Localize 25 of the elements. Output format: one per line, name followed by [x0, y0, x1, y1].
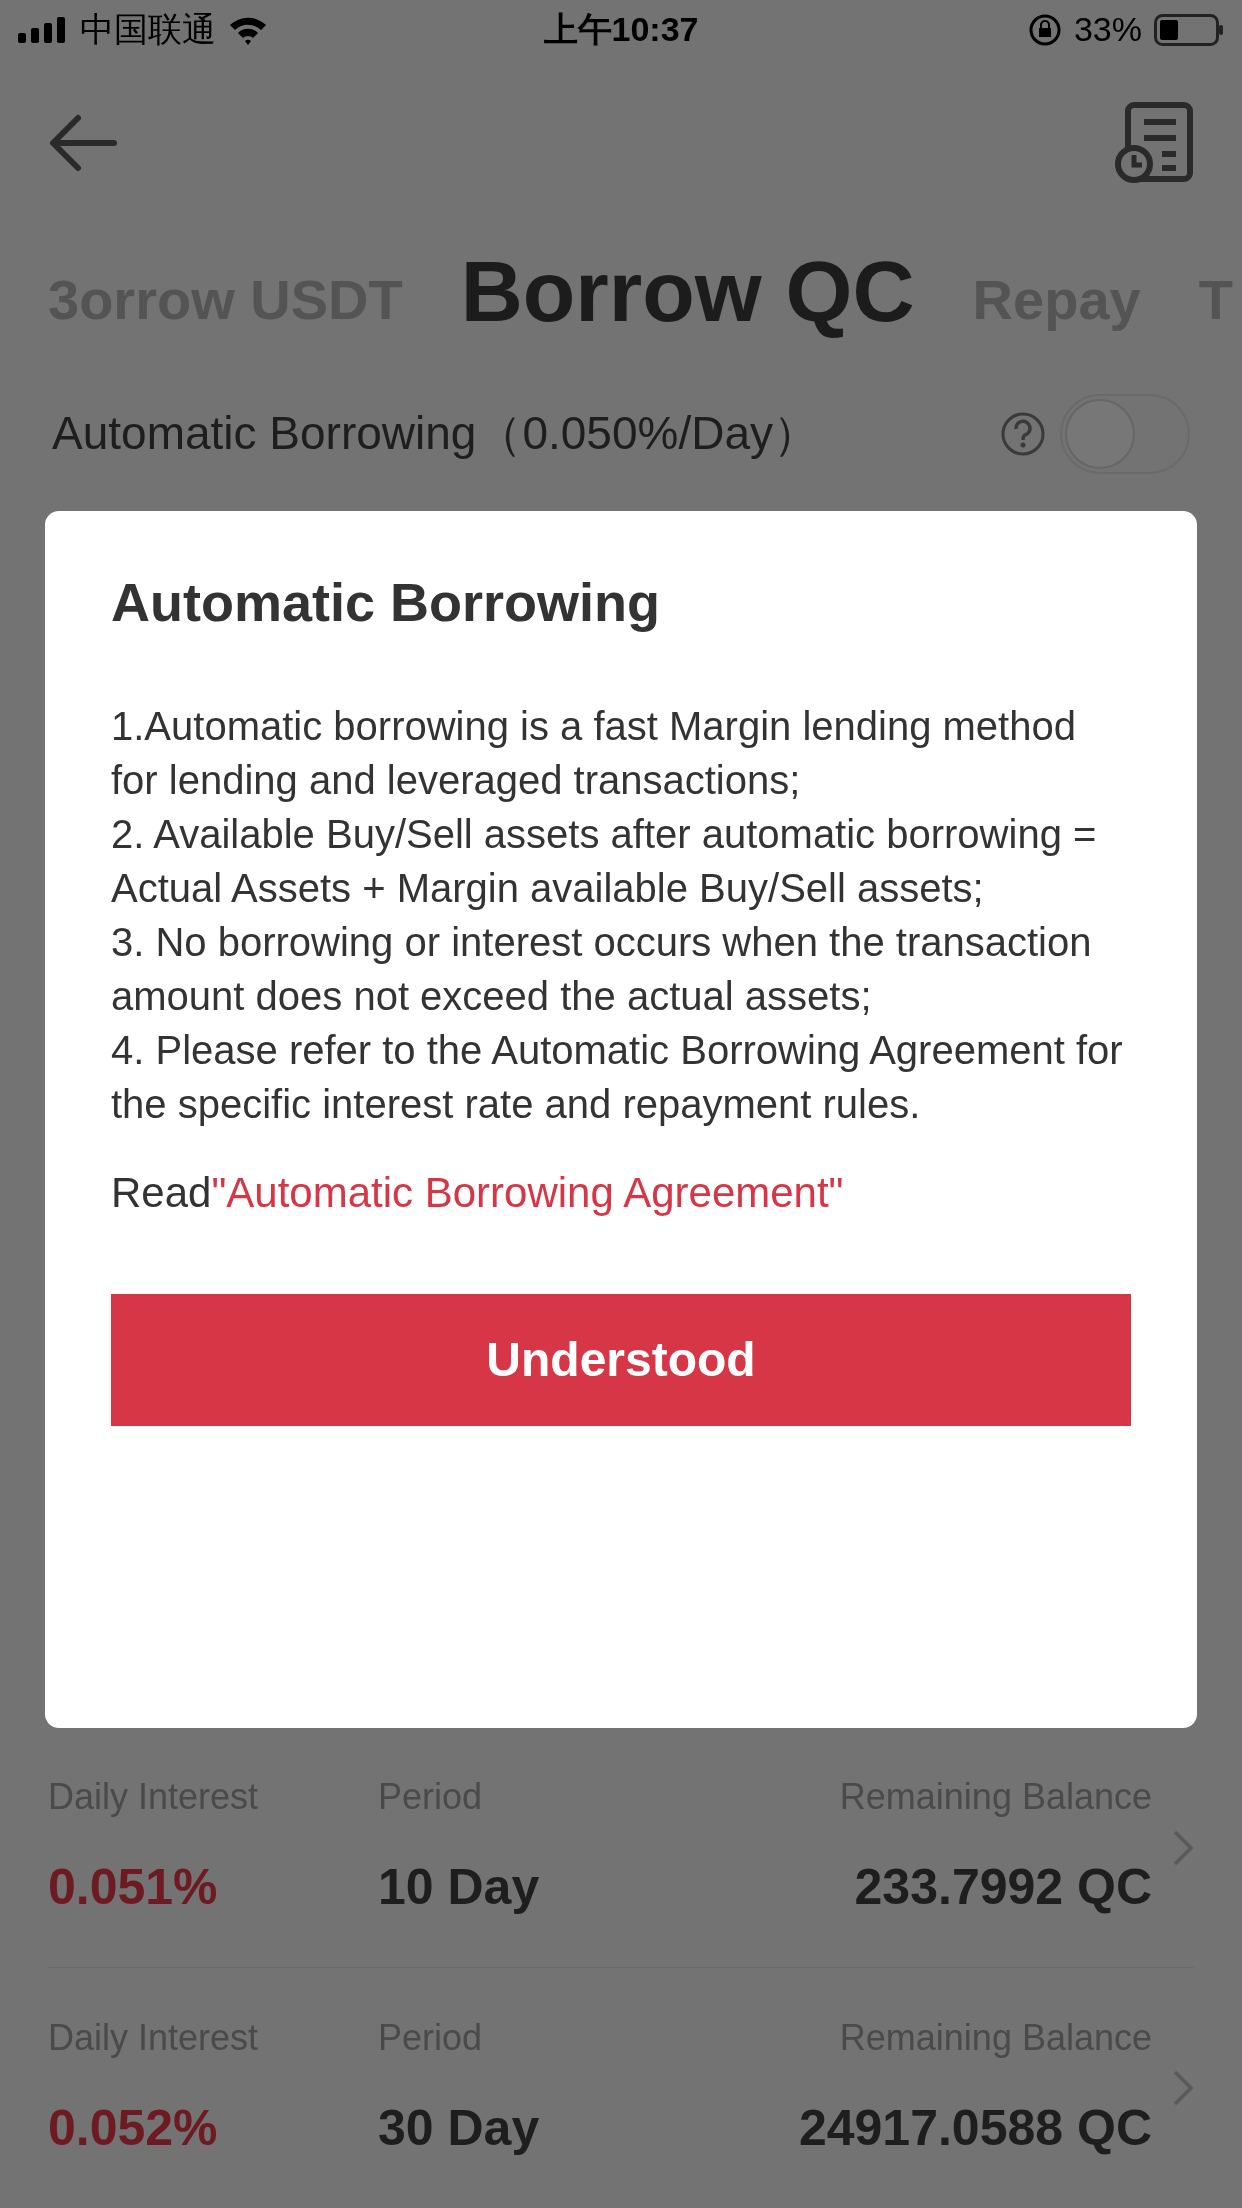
dialog-text: 1.Automatic borrowing is a fast Margin lending method for lending and leveraged transactions;	[111, 702, 1077, 804]
read-label: Read	[111, 1167, 212, 1218]
dialog-text: 2. Available Buy/Sell assets after automatic borrowing = Actual Assets + Margin available Buy/Sell assets;	[111, 810, 1098, 912]
interest-rate: 0.052%	[48, 2098, 219, 2158]
records-icon[interactable]	[1114, 102, 1194, 185]
understood-button[interactable]: Understood	[111, 1293, 1131, 1426]
battery-percent: 33%	[1073, 9, 1142, 51]
period-value: 10 Day	[378, 1858, 541, 1917]
auto-borrowing-label: Automatic Borrowing（0.050%/Day）	[52, 406, 820, 461]
period-value: 30 Day	[378, 2098, 541, 2158]
chevron-right-icon[interactable]	[1172, 1828, 1194, 1867]
chevron-right-icon[interactable]	[1172, 2069, 1194, 2107]
dialog-title: Automatic Borrowing	[111, 571, 661, 635]
interest-rate: 0.051%	[48, 1858, 219, 1917]
rotation-lock-icon	[1027, 12, 1062, 47]
dialog-text: 4. Please refer to the Automatic Borrowing Agreement for the specific interest rate and repayment rules.	[111, 1026, 1124, 1128]
balance-value: 24917.0588 QC	[798, 2098, 1152, 2158]
carrier-name: 中国联通	[80, 9, 216, 51]
status-time: 上午10:37	[543, 9, 699, 51]
agreement-link[interactable]: "Automatic Borrowing Agreement"	[211, 1160, 844, 1224]
dialog-text: 3. No borrowing or interest occurs when the transaction amount does not exceed the actual assets;	[111, 918, 1093, 1020]
balance-value: 233.7992 QC	[853, 1858, 1152, 1917]
battery-icon	[1154, 13, 1224, 46]
signal-icon	[18, 16, 68, 43]
help-icon[interactable]	[1000, 410, 1046, 457]
